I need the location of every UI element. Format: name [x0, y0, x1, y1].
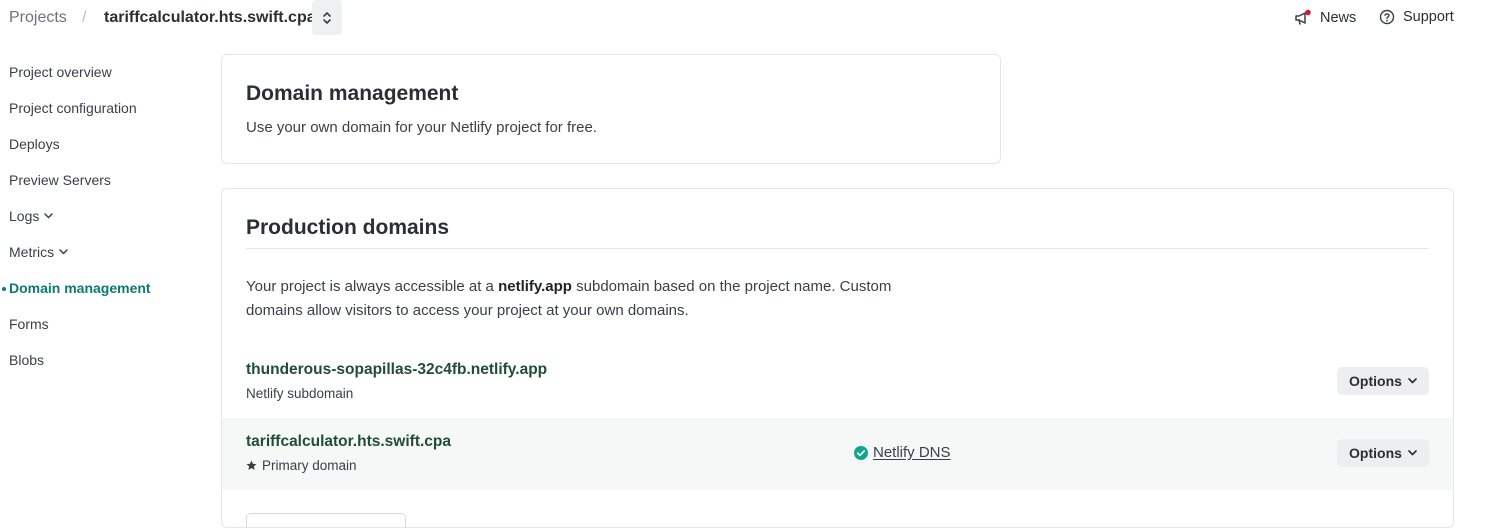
- check-circle-icon: [854, 445, 868, 460]
- domain-name: tariffcalculator.hts.swift.cpa: [246, 433, 451, 450]
- question-circle-icon: [1379, 9, 1395, 25]
- chevron-down-icon: [1408, 450, 1417, 456]
- sidebar-item-label: Blobs: [9, 352, 45, 368]
- sidebar-item-label: Logs: [9, 208, 40, 224]
- sidebar-item-deploys[interactable]: Deploys: [9, 136, 60, 152]
- support-link[interactable]: Support: [1379, 9, 1454, 25]
- sidebar-item-label: Forms: [9, 316, 49, 332]
- sidebar-item-label: Preview Servers: [9, 172, 111, 188]
- sidebar-item-project-configuration[interactable]: Project configuration: [9, 100, 137, 116]
- sidebar-item-blobs[interactable]: Blobs: [9, 352, 44, 368]
- dns-label: Netlify DNS: [873, 444, 951, 461]
- description-highlight: netlify.app: [498, 278, 572, 295]
- sidebar-item-logs[interactable]: Logs: [9, 208, 54, 224]
- production-domains-card: Production domains Your project is alway…: [221, 188, 1454, 528]
- options-button[interactable]: Options: [1337, 439, 1429, 467]
- description-text: Your project is always accessible at a: [246, 278, 499, 295]
- domain-type-label: Netlify subdomain: [246, 386, 354, 401]
- notification-dot: [1305, 9, 1311, 16]
- section-description: Your project is always accessible at a n…: [246, 275, 946, 323]
- domain-row: thunderous-sopapillas-32c4fb.netlify.app…: [222, 346, 1453, 418]
- news-link[interactable]: News: [1294, 9, 1356, 27]
- options-label: Options: [1349, 373, 1402, 389]
- breadcrumb-separator: /: [82, 9, 87, 26]
- chevron-down-icon: [44, 213, 54, 219]
- domain-row-primary: tariffcalculator.hts.swift.cpa Primary d…: [222, 418, 1453, 490]
- active-indicator: [2, 287, 6, 291]
- chevron-down-icon: [59, 249, 68, 255]
- domain-type: Primary domain: [246, 458, 357, 473]
- chevron-down-icon: [1408, 378, 1417, 384]
- breadcrumb-projects-link[interactable]: Projects: [9, 9, 67, 27]
- section-title: Production domains: [246, 216, 450, 239]
- sidebar-item-preview-servers[interactable]: Preview Servers: [9, 172, 111, 188]
- star-icon: [246, 460, 257, 470]
- domain-type: Netlify subdomain: [246, 386, 353, 401]
- options-label: Options: [1349, 445, 1402, 461]
- chevron-up-down-icon: [323, 11, 331, 24]
- sidebar-item-label: Metrics: [9, 244, 55, 260]
- sidebar-item-domain-management[interactable]: Domain management: [2, 280, 151, 296]
- sidebar-item-project-overview[interactable]: Project overview: [9, 64, 112, 80]
- divider: [246, 248, 1429, 249]
- sidebar-item-metrics[interactable]: Metrics: [9, 244, 68, 260]
- sidebar-item-label: Deploys: [9, 136, 60, 152]
- breadcrumb-site-name: tariffcalculator.hts.swift.cpa: [104, 9, 316, 26]
- site-switcher-button[interactable]: [312, 0, 342, 35]
- domain-type-label: Primary domain: [262, 458, 357, 473]
- sidebar-item-label: Project configuration: [9, 100, 137, 116]
- domain-name: thunderous-sopapillas-32c4fb.netlify.app: [246, 361, 548, 378]
- sidebar-item-forms[interactable]: Forms: [9, 316, 49, 332]
- sidebar-item-label: Project overview: [9, 64, 112, 80]
- sidebar-item-label: Domain management: [9, 280, 151, 296]
- domain-management-card: Domain management Use your own domain fo…: [221, 54, 1001, 164]
- news-label: News: [1320, 10, 1357, 26]
- page-description: Use your own domain for your Netlify pro…: [246, 119, 597, 136]
- page-title: Domain management: [246, 82, 459, 105]
- options-button[interactable]: Options: [1337, 367, 1429, 395]
- add-domain-button[interactable]: [246, 513, 406, 527]
- support-label: Support: [1403, 9, 1454, 25]
- top-bar: Projects / tariffcalculator.hts.swift.cp…: [0, 0, 1489, 36]
- dns-status-link[interactable]: Netlify DNS: [854, 444, 951, 461]
- megaphone-icon: [1295, 9, 1311, 25]
